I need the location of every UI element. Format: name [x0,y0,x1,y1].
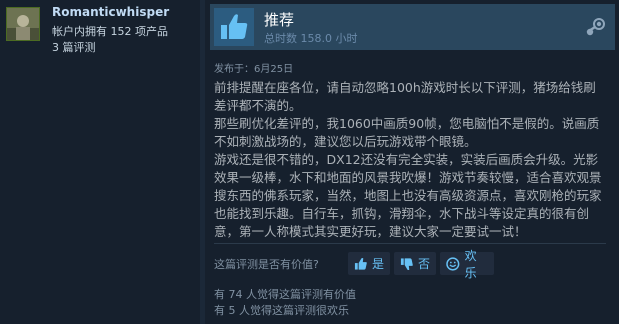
author-review-count[interactable]: 3 篇评测 [52,39,96,55]
helpful-count: 有 74 人觉得这篇评测有价值 [214,288,356,301]
vote-no-button[interactable]: 否 [394,252,436,275]
vote-funny-button[interactable]: 欢乐 [440,249,494,280]
avatar[interactable] [6,7,40,41]
review-paragraph: 前排提醒在座各位，请自动忽略100h游戏时长以下评测，猪场给钱刷差评都不演的。 [214,80,596,113]
smiley-icon [446,256,460,271]
author-username[interactable]: Romanticwhisper [52,5,169,19]
review-recommendation: 推荐 [264,11,295,29]
author-products-owned[interactable]: 帐户内拥有 152 项产品 [52,23,168,39]
author-panel: Romanticwhisper 帐户内拥有 152 项产品 3 篇评测 [0,0,200,324]
thumbs-down-icon [400,257,413,270]
vote-yes-label: 是 [371,257,384,271]
helpful-question: 这篇评测是否有价值? [214,258,319,271]
review-content: 前排提醒在座各位，请自动忽略100h游戏时长以下评测，猪场给钱刷差评都不演的。 … [214,79,606,241]
steam-icon [586,18,605,36]
divider [214,243,606,244]
review-paragraph: 那些刷优化差评的，我1060中画质90帧，您电脑怕不是假的。说画质不如刺激战场的… [214,116,600,149]
thumbs-up-icon [354,257,367,270]
recommend-badge [214,8,254,46]
review-paragraph: 游戏还是很不错的，DX12还没有完全实装，实装后画质会升级。光影效果一级棒，水下… [214,152,602,239]
thumbs-up-icon [221,14,248,39]
funny-count: 有 5 人觉得这篇评测很欢乐 [214,304,349,317]
avatar-image [7,8,39,40]
review-hours: 总时数 158.0 小时 [264,32,358,45]
vote-funny-label: 欢乐 [464,248,477,280]
review-header[interactable]: 推荐 总时数 158.0 小时 [210,4,615,50]
vote-no-label: 否 [417,257,430,271]
vote-yes-button[interactable]: 是 [348,252,390,275]
review-posted-date: 发布于：6月25日 [214,64,294,75]
